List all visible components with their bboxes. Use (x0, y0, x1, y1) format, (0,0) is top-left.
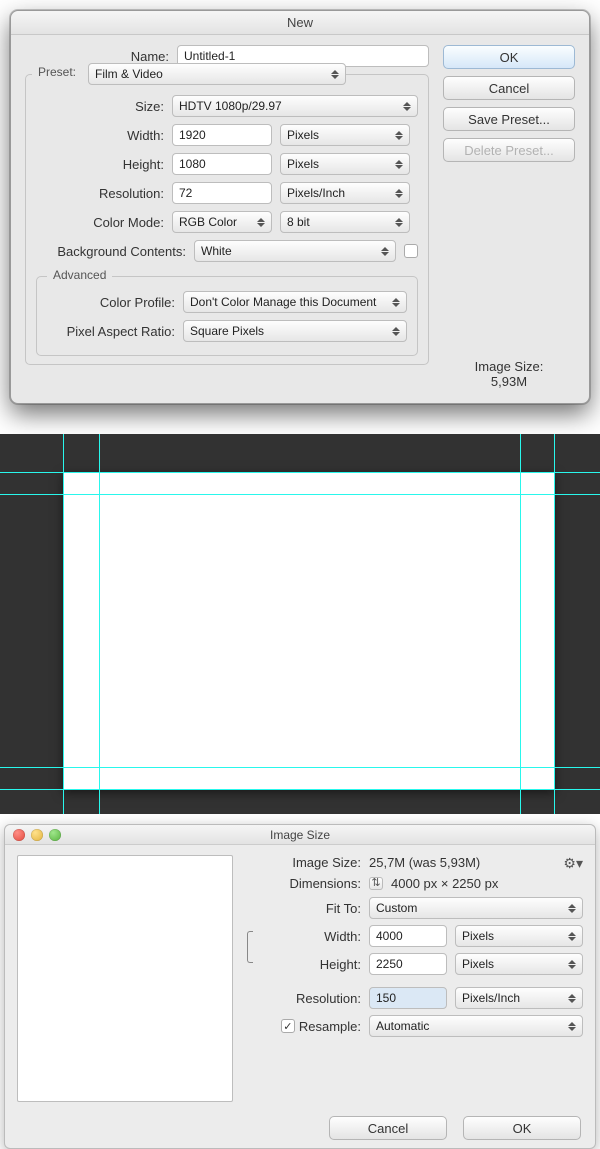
dialog-title: New (11, 11, 589, 35)
cancel-button[interactable]: Cancel (443, 76, 575, 100)
height-unit-select[interactable]: Pixels (455, 953, 583, 975)
color-mode-select[interactable]: RGB Color (172, 211, 272, 233)
height-input[interactable] (172, 153, 272, 175)
image-size-label: Image Size: (443, 359, 575, 374)
chevron-updown-icon (568, 991, 578, 1005)
dimensions-unit-toggle[interactable]: ⇅ (369, 877, 383, 890)
resample-checkbox[interactable]: ✓ (281, 1019, 295, 1033)
guide-line[interactable] (99, 434, 100, 814)
image-preview (17, 855, 233, 1102)
guide-line[interactable] (0, 472, 600, 473)
image-size-value: 5,93M (443, 374, 575, 389)
height-unit-select[interactable]: Pixels (280, 153, 410, 175)
color-depth-select[interactable]: 8 bit (280, 211, 410, 233)
color-profile-select[interactable]: Don't Color Manage this Document (183, 291, 407, 313)
preset-select[interactable]: Film & Video (88, 63, 346, 85)
document-canvas-area (0, 434, 600, 814)
resample-label: Resample: (299, 1019, 361, 1034)
dimensions-label: Dimensions: (243, 876, 361, 891)
guide-line[interactable] (0, 767, 600, 768)
chevron-updown-icon (392, 295, 402, 309)
resample-select[interactable]: Automatic (369, 1015, 583, 1037)
resolution-label: Resolution: (36, 186, 164, 201)
close-icon[interactable] (13, 829, 25, 841)
minimize-icon[interactable] (31, 829, 43, 841)
image-size-value: 25,7M (was 5,93M) (369, 855, 480, 870)
image-size-label: Image Size: (243, 855, 361, 870)
guide-line[interactable] (63, 434, 64, 814)
gear-icon[interactable]: ⚙︎▾ (563, 855, 583, 872)
color-mode-label: Color Mode: (36, 215, 164, 230)
chevron-updown-icon (395, 215, 405, 229)
resolution-input[interactable] (172, 182, 272, 204)
image-size-dialog: Image Size ⚙︎▾ Image Size: 25,7M (was 5,… (4, 824, 596, 1149)
height-input[interactable] (369, 953, 447, 975)
width-label: Width: (36, 128, 164, 143)
width-input[interactable] (369, 925, 447, 947)
chevron-updown-icon (568, 957, 578, 971)
height-label: Height: (263, 957, 361, 972)
chevron-updown-icon (392, 324, 402, 338)
guide-line[interactable] (0, 494, 600, 495)
ok-button[interactable]: OK (463, 1116, 581, 1140)
bg-contents-label: Background Contents: (36, 244, 186, 259)
pixel-aspect-label: Pixel Aspect Ratio: (47, 324, 175, 339)
bg-color-swatch[interactable] (404, 244, 418, 258)
width-input[interactable] (172, 124, 272, 146)
resolution-label: Resolution: (243, 991, 361, 1006)
guide-line[interactable] (520, 434, 521, 814)
dialog-title: Image Size (270, 828, 330, 842)
chevron-updown-icon (568, 901, 578, 915)
zoom-icon[interactable] (49, 829, 61, 841)
fit-to-select[interactable]: Custom (369, 897, 583, 919)
link-constrain-icon[interactable] (243, 931, 257, 963)
size-select[interactable]: HDTV 1080p/29.97 (172, 95, 418, 117)
chevron-updown-icon (568, 929, 578, 943)
height-label: Height: (36, 157, 164, 172)
ok-button[interactable]: OK (443, 45, 575, 69)
bg-contents-select[interactable]: White (194, 240, 396, 262)
cancel-button[interactable]: Cancel (329, 1116, 447, 1140)
chevron-updown-icon (403, 99, 413, 113)
chevron-updown-icon (395, 128, 405, 142)
width-unit-select[interactable]: Pixels (280, 124, 410, 146)
pixel-aspect-select[interactable]: Square Pixels (183, 320, 407, 342)
guide-line[interactable] (0, 789, 600, 790)
resolution-input[interactable] (369, 987, 447, 1009)
size-label: Size: (36, 99, 164, 114)
chevron-updown-icon (568, 1019, 578, 1033)
width-unit-select[interactable]: Pixels (455, 925, 583, 947)
new-document-dialog: New Name: Preset: Film & Video (10, 10, 590, 404)
resolution-unit-select[interactable]: Pixels/Inch (280, 182, 410, 204)
color-profile-label: Color Profile: (47, 295, 175, 310)
resolution-unit-select[interactable]: Pixels/Inch (455, 987, 583, 1009)
fit-to-label: Fit To: (243, 901, 361, 916)
save-preset-button[interactable]: Save Preset... (443, 107, 575, 131)
chevron-updown-icon (381, 244, 391, 258)
name-label: Name: (25, 49, 169, 64)
document-canvas[interactable] (63, 472, 555, 790)
preset-label: Preset: (38, 65, 76, 79)
chevron-updown-icon (257, 215, 267, 229)
dimensions-value: 4000 px × 2250 px (391, 876, 498, 891)
chevron-updown-icon (331, 67, 341, 81)
window-controls (13, 829, 61, 841)
width-label: Width: (263, 929, 361, 944)
delete-preset-button: Delete Preset... (443, 138, 575, 162)
chevron-updown-icon (395, 157, 405, 171)
chevron-updown-icon (395, 186, 405, 200)
guide-line[interactable] (554, 434, 555, 814)
advanced-legend: Advanced (47, 268, 112, 282)
